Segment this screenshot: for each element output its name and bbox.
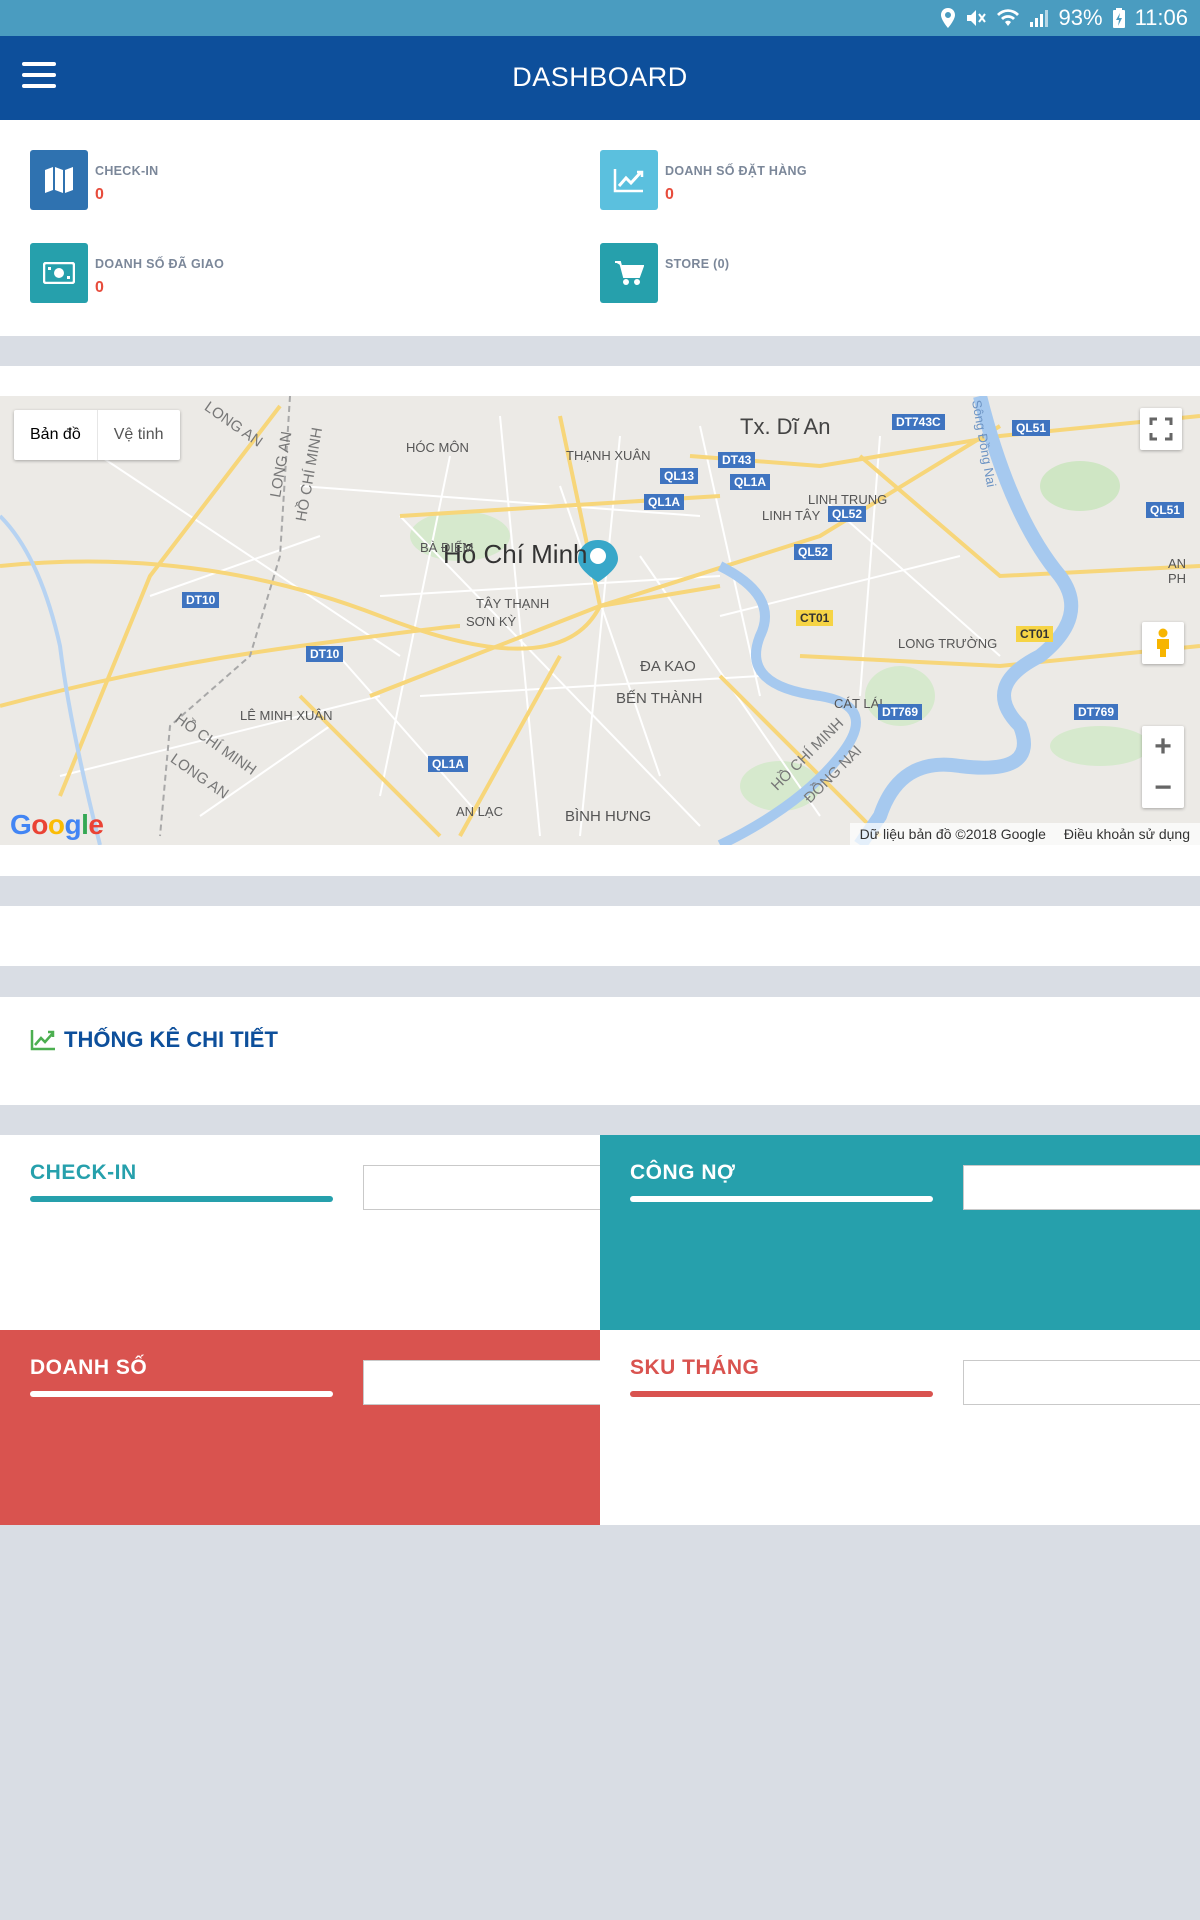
zoom-out-button[interactable]: − [1142, 767, 1184, 808]
map-type-satellite[interactable]: Vệ tinh [96, 410, 180, 460]
map-label: ĐA KAO [640, 658, 696, 675]
map-label: AN PH [1168, 556, 1187, 586]
tile-filter-input[interactable] [363, 1360, 600, 1405]
cart-icon [600, 243, 658, 303]
road-shield: DT769 [1074, 704, 1119, 720]
tile-filter-input[interactable] [963, 1165, 1200, 1210]
stat-label: DOANH SỐ ĐÃ GIAO [95, 257, 225, 271]
stats-card: CHECK-IN 0 DOANH SỐ ĐẶT HÀNG 0 DOANH SỐ … [0, 120, 1200, 336]
map-label: LINH TRUNG [808, 492, 888, 507]
tile-underline [630, 1391, 933, 1397]
stat-checkin[interactable]: CHECK-IN 0 [30, 150, 590, 212]
tile-underline [630, 1196, 933, 1202]
tile-filter-input[interactable] [963, 1360, 1200, 1405]
stat-value: 0 [665, 186, 674, 203]
map-label: CÁT LÁI [834, 696, 883, 711]
map-icon [30, 150, 88, 210]
map-label: THẠNH XUÂN [566, 448, 651, 463]
map[interactable]: Hồ Chí Minh Tx. Dĩ An HÓC MÔN THẠNH XUÂN… [0, 396, 1200, 845]
google-logo: Google [10, 809, 104, 840]
map-attribution: Dữ liệu bản đồ ©2018 Google Điều khoản s… [849, 823, 1200, 845]
road-shield: QL1A [428, 756, 469, 772]
tile-underline [30, 1391, 333, 1397]
tile-title: CÔNG NỢ [630, 1161, 736, 1184]
location-icon [940, 8, 955, 28]
road-shield: QL13 [660, 468, 699, 484]
section-heading: THỐNG KÊ CHI TIẾT [30, 1027, 278, 1053]
road-shield: CT01 [1016, 626, 1054, 642]
mute-icon [966, 10, 986, 26]
map-terms-link[interactable]: Điều khoản sử dụng [1064, 826, 1190, 842]
signal-icon [1029, 10, 1048, 27]
map-copyright: Dữ liệu bản đồ ©2018 Google [859, 826, 1046, 842]
page-title: DASHBOARD [512, 62, 688, 92]
zoom-controls: + − [1142, 726, 1184, 808]
road-shield: DT769 [878, 704, 923, 720]
clock: 11:06 [1134, 5, 1188, 30]
money-icon [30, 243, 88, 303]
map-label: SƠN KỲ [466, 614, 517, 629]
stat-label: DOANH SỐ ĐẶT HÀNG [665, 164, 807, 178]
tile-filter-input[interactable] [363, 1165, 600, 1210]
tile-debt[interactable]: CÔNG NỢ [600, 1135, 1200, 1330]
road-shield: CT01 [796, 610, 834, 626]
road-shield: QL1A [644, 494, 685, 510]
map-card: Hồ Chí Minh Tx. Dĩ An HÓC MÔN THẠNH XUÂN… [0, 366, 1200, 876]
map-label: AN LẠC [456, 804, 503, 819]
tile-checkin[interactable]: CHECK-IN [0, 1135, 600, 1330]
map-label: BẾN THÀNH [616, 690, 703, 707]
map-tiles [0, 396, 1200, 845]
tile-underline [30, 1196, 333, 1202]
app-bar: DASHBOARD [0, 36, 1200, 120]
road-shield: QL52 [794, 544, 833, 560]
tile-sku-month[interactable]: SKU THÁNG [600, 1330, 1200, 1525]
battery-percent: 93% [1058, 5, 1103, 30]
map-label: LINH TÂY [762, 508, 821, 523]
tile-title: CHECK-IN [30, 1161, 137, 1184]
tile-sales[interactable]: DOANH SỐ [0, 1330, 600, 1525]
road-shield: QL51 [1012, 420, 1051, 436]
stat-store[interactable]: STORE (0) [600, 243, 1160, 305]
map-label: Tx. Dĩ An [740, 414, 831, 439]
road-shield: DT43 [718, 452, 756, 468]
street-view-icon[interactable] [1142, 622, 1184, 664]
stat-label: CHECK-IN [95, 164, 159, 178]
road-shield: DT743C [892, 414, 945, 430]
line-chart-icon [600, 150, 658, 210]
zoom-in-button[interactable]: + [1142, 726, 1184, 767]
map-label: HÓC MÔN [406, 440, 469, 455]
road-shield: QL52 [828, 506, 867, 522]
section-title: THỐNG KÊ CHI TIẾT [64, 1027, 278, 1052]
road-shield: DT10 [182, 592, 220, 608]
area-chart-icon [30, 1030, 55, 1051]
stat-value: 0 [95, 279, 104, 296]
map-type-roadmap[interactable]: Bản đồ [14, 410, 97, 460]
wifi-icon [996, 9, 1019, 26]
status-bar: 93% 11:06 [0, 0, 1200, 36]
empty-card [0, 906, 1200, 966]
map-label: LÊ MINH XUÂN [240, 708, 333, 723]
stat-delivered-sales[interactable]: DOANH SỐ ĐÃ GIAO 0 [30, 243, 590, 305]
map-type-switcher: Bản đồ Vệ tinh [14, 410, 180, 460]
map-label: BÌNH HƯNG [565, 808, 652, 825]
stat-value: 0 [95, 186, 104, 203]
stat-label: STORE (0) [665, 257, 730, 271]
map-label: TÂY THẠNH [476, 596, 550, 611]
fullscreen-icon[interactable] [1140, 408, 1182, 450]
section-card: THỐNG KÊ CHI TIẾT [0, 997, 1200, 1105]
tile-title: DOANH SỐ [30, 1356, 148, 1379]
tile-title: SKU THÁNG [630, 1356, 760, 1379]
road-shield: QL51 [1146, 502, 1185, 518]
road-shield: QL1A [730, 474, 771, 490]
stat-order-sales[interactable]: DOANH SỐ ĐẶT HÀNG 0 [600, 150, 1160, 212]
road-shield: DT10 [306, 646, 344, 662]
battery-icon [1112, 8, 1125, 28]
map-label: LONG TRƯỜNG [898, 636, 998, 651]
map-label: BÀ ĐIỂM [420, 540, 474, 555]
